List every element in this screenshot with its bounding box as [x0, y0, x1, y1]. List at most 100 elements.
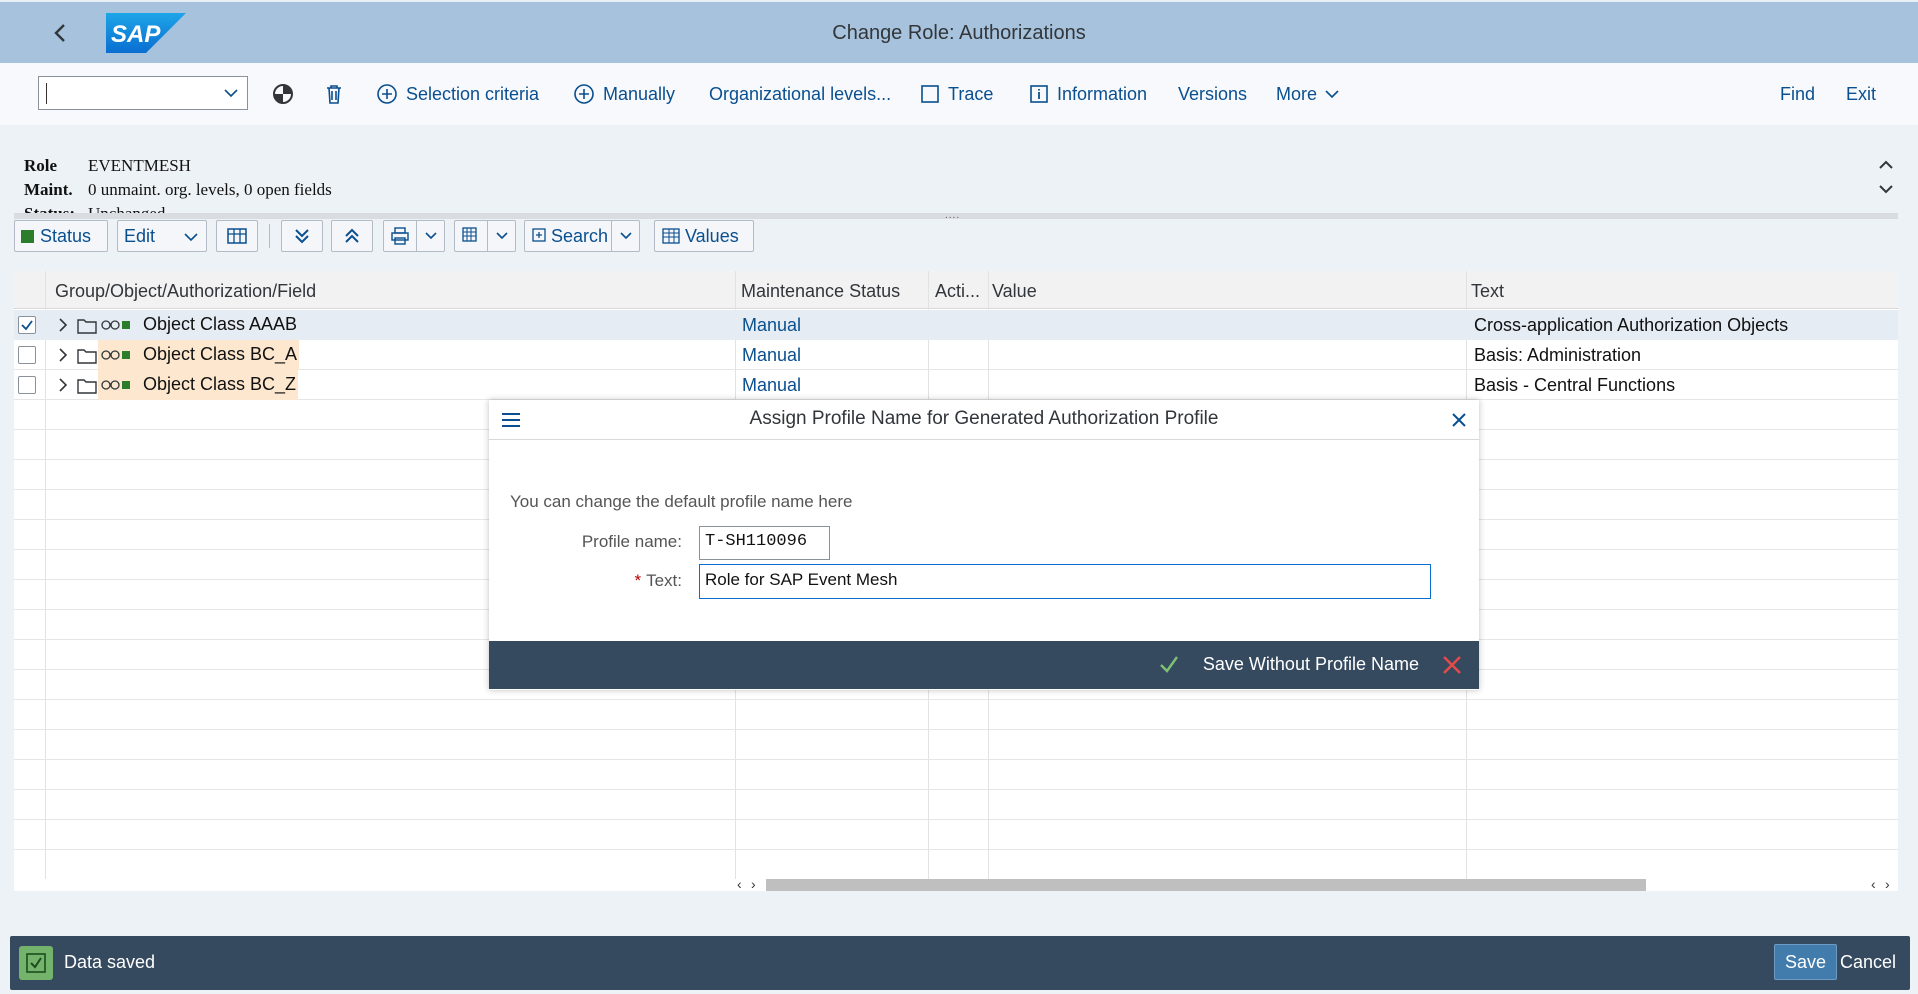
search-dropdown[interactable] [611, 221, 639, 251]
profile-name-label: Profile name: [581, 532, 682, 551]
trash-icon [327, 85, 341, 104]
text-label: Text: [646, 571, 682, 590]
search-button[interactable]: Search [524, 220, 640, 252]
checkbox-checked-icon [26, 953, 46, 973]
delete-button[interactable] [323, 79, 353, 109]
row-checkbox[interactable] [18, 346, 36, 364]
chevron-right-icon[interactable] [56, 347, 70, 363]
column-header-group[interactable]: Group/Object/Authorization/Field [55, 281, 316, 302]
row-text: Basis - Central Functions [1474, 375, 1676, 395]
profile-name-input[interactable]: T-SH110096 [699, 526, 830, 560]
values-label: Values [685, 225, 739, 246]
save-button[interactable]: Save [1773, 944, 1837, 980]
print-icon [391, 227, 409, 245]
object-class-label[interactable]: Object Class BC_Z [134, 370, 299, 400]
layout-grid-icon [462, 227, 477, 242]
scroll-right-icon[interactable]: › [751, 876, 756, 891]
information-button[interactable]: Information [1029, 79, 1147, 109]
row-checkbox[interactable] [18, 316, 36, 334]
chevron-down-icon[interactable] [223, 86, 239, 100]
manually-button[interactable]: Manually [573, 79, 675, 109]
maint-value: 0 unmaint. org. levels, 0 open fields [88, 180, 332, 199]
square-icon [921, 85, 939, 103]
trace-label: Trace [948, 83, 994, 104]
close-icon[interactable] [1449, 410, 1469, 430]
object-class-label[interactable]: Object Class AAAB [141, 310, 299, 340]
scroll-right-icon[interactable]: › [1885, 876, 1890, 891]
exit-label: Exit [1846, 83, 1877, 104]
column-header-activity[interactable]: Acti... [935, 281, 980, 302]
text-label-wrap: * Text: [589, 571, 682, 591]
checkmark-icon[interactable] [1157, 653, 1181, 677]
chevron-down-icon [495, 232, 508, 240]
values-button[interactable]: Values [654, 220, 754, 252]
folder-icon [77, 379, 97, 394]
cancel-button[interactable]: Cancel [1840, 952, 1896, 973]
dialog-footer: Save Without Profile Name [489, 641, 1479, 689]
role-line: Role EVENTMESH [24, 154, 332, 178]
column-header-maintenance-status[interactable]: Maintenance Status [741, 281, 900, 302]
chevron-right-icon[interactable] [56, 317, 70, 333]
scroll-left-icon[interactable]: ‹ [1871, 876, 1876, 891]
chevron-down-icon [1325, 90, 1339, 99]
grid-header: Group/Object/Authorization/Field Mainten… [14, 271, 1898, 309]
checkmark-icon [21, 320, 33, 331]
layout-dropdown[interactable] [487, 221, 515, 251]
success-status-icon [19, 946, 53, 980]
selection-criteria-button[interactable]: Selection criteria [376, 79, 539, 109]
toolbar-separator [269, 224, 270, 248]
chevron-up-icon[interactable] [1876, 155, 1896, 175]
table-settings-button[interactable] [216, 220, 258, 252]
org-levels-button[interactable]: Organizational levels... [709, 79, 891, 109]
chevron-down-icon [619, 232, 632, 240]
object-class-label[interactable]: Object Class BC_A [134, 340, 300, 370]
folder-icon [77, 349, 97, 364]
column-header-text[interactable]: Text [1471, 281, 1504, 302]
text-input[interactable]: Role for SAP Event Mesh [699, 564, 1431, 599]
trace-button[interactable]: Trace [920, 79, 993, 109]
versions-button[interactable]: Versions [1178, 79, 1247, 109]
values-table-icon [662, 228, 680, 244]
status-button[interactable]: Status [14, 220, 108, 252]
row-checkbox[interactable] [18, 376, 36, 394]
grid-row-line [14, 759, 1898, 760]
table-row[interactable]: Object Class AAAB Manual Cross-applicati… [14, 310, 1898, 340]
print-dropdown[interactable] [416, 221, 444, 251]
layout-button[interactable] [454, 220, 516, 252]
column-header-value[interactable]: Value [992, 281, 1037, 302]
status-bar: Data saved Save Cancel [10, 936, 1910, 990]
expand-all-icon [295, 229, 309, 244]
required-asterisk: * [634, 571, 642, 590]
chevron-down-icon[interactable] [1876, 179, 1896, 199]
selection-criteria-label: Selection criteria [406, 83, 540, 104]
chevron-right-icon[interactable] [56, 377, 70, 393]
expand-all-button[interactable] [281, 220, 323, 252]
display-change-button[interactable] [272, 79, 302, 109]
more-button[interactable]: More [1276, 79, 1341, 109]
horizontal-scrollbar[interactable]: ‹ › ‹ › [14, 876, 1898, 891]
edit-menu-button[interactable]: Edit [117, 220, 207, 252]
save-without-profile-button[interactable]: Save Without Profile Name [1203, 654, 1419, 675]
maintenance-status-link[interactable]: Manual [742, 375, 801, 396]
role-header-area: Role EVENTMESH Maint. 0 unmaint. org. leve… [0, 150, 1890, 216]
exit-button[interactable]: Exit [1846, 79, 1876, 109]
chevron-down-icon [424, 232, 437, 240]
table-row[interactable]: Object Class BC_Z Manual Basis - Central… [14, 370, 1898, 400]
find-button[interactable]: Find [1780, 79, 1815, 109]
scrollbar-thumb[interactable] [766, 879, 1646, 891]
application-toolbar: Selection criteria Manually Organization… [0, 63, 1918, 125]
maintenance-status-link[interactable]: Manual [742, 345, 801, 366]
cancel-x-icon[interactable] [1441, 654, 1463, 676]
command-field[interactable] [38, 76, 248, 110]
org-levels-label: Organizational levels... [709, 83, 892, 104]
search-label: Search [551, 225, 609, 246]
print-button[interactable] [383, 220, 445, 252]
add-circle-icon [377, 84, 397, 104]
table-row[interactable]: Object Class BC_A Manual Basis: Administ… [14, 340, 1898, 370]
header-scroll-arrows[interactable] [1876, 155, 1896, 199]
maint-label: Maint. [24, 180, 73, 199]
status-square-icon [21, 229, 34, 243]
collapse-all-button[interactable] [331, 220, 373, 252]
scroll-left-icon[interactable]: ‹ [737, 876, 742, 891]
maintenance-status-link[interactable]: Manual [742, 315, 801, 336]
